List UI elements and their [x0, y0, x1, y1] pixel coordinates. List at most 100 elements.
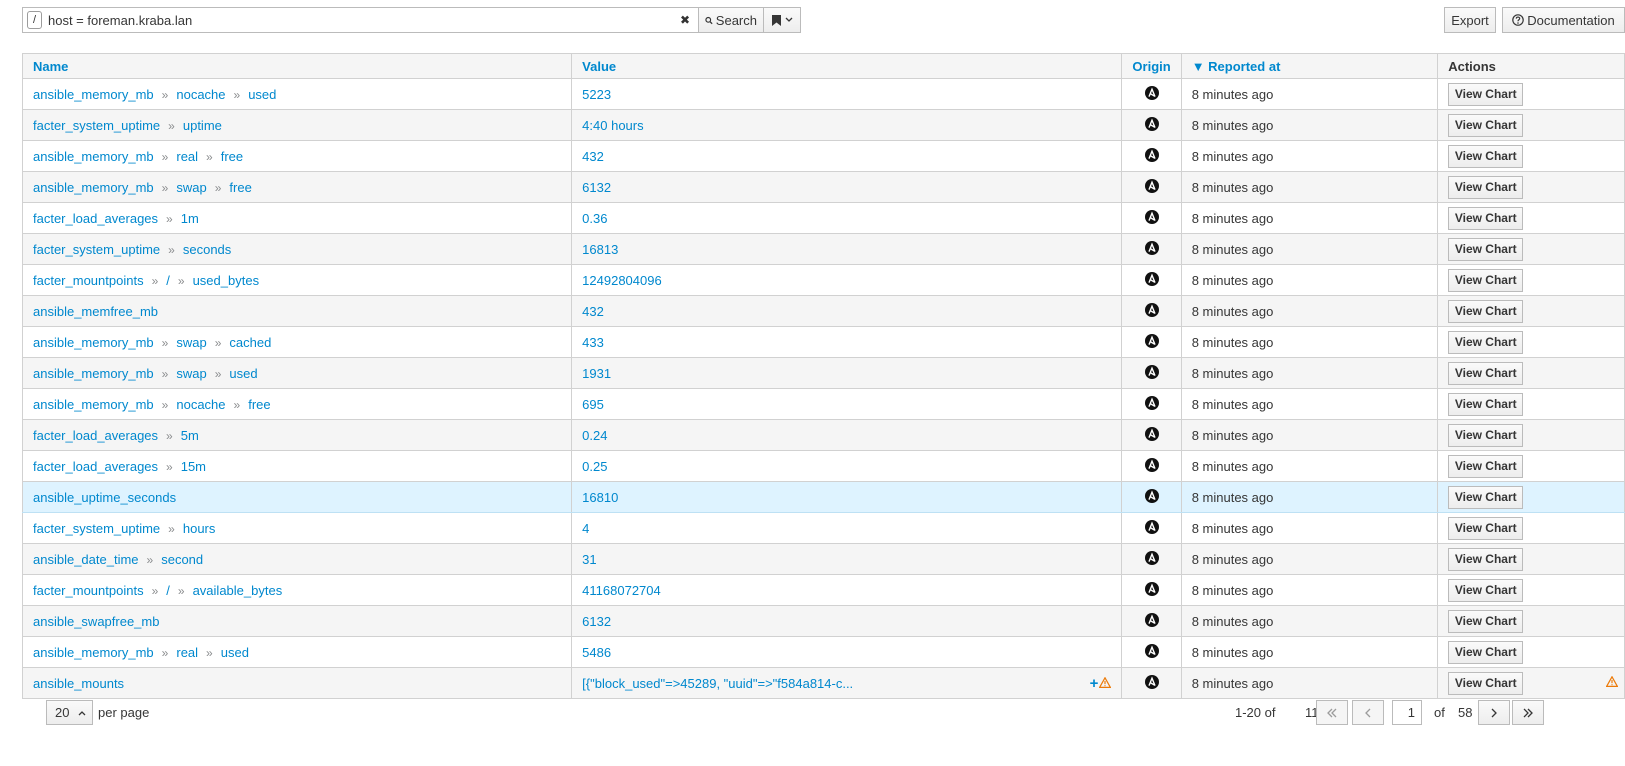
fact-name-link[interactable]: 15m — [181, 459, 206, 474]
fact-name-link[interactable]: free — [229, 180, 251, 195]
fact-name-link[interactable]: cached — [229, 335, 271, 350]
fact-name-link[interactable]: / — [166, 273, 170, 288]
value-column-header[interactable]: Value — [571, 53, 1123, 79]
bookmark-dropdown-button[interactable] — [764, 7, 801, 33]
last-page-button[interactable] — [1512, 700, 1544, 725]
name-column-header[interactable]: Name — [21, 53, 573, 79]
fact-value-link[interactable]: 695 — [582, 397, 604, 412]
fact-name-link[interactable]: ansible_memory_mb — [33, 335, 154, 350]
fact-name-link[interactable]: uptime — [183, 118, 222, 133]
fact-value-link[interactable]: 16810 — [582, 490, 618, 505]
reported-at-column-header[interactable]: ▼ Reported at — [1180, 53, 1439, 79]
export-button[interactable]: Export — [1444, 7, 1496, 33]
origin-column-header[interactable]: Origin — [1121, 53, 1182, 79]
fact-value-link[interactable]: 31 — [582, 552, 596, 567]
fact-value-link[interactable]: 41168072704 — [582, 583, 661, 598]
fact-value-link[interactable]: 12492804096 — [582, 273, 662, 288]
view-chart-button[interactable]: View Chart — [1448, 206, 1524, 230]
fact-name-link[interactable]: real — [176, 149, 198, 164]
view-chart-button[interactable]: View Chart — [1448, 485, 1524, 509]
page-number-input[interactable] — [1392, 700, 1422, 725]
fact-value-link[interactable]: 4 — [582, 521, 589, 536]
fact-value-link[interactable]: 16813 — [582, 242, 618, 257]
view-chart-button[interactable]: View Chart — [1448, 423, 1524, 447]
view-chart-button[interactable]: View Chart — [1448, 299, 1524, 323]
fact-name-link[interactable]: swap — [176, 366, 206, 381]
view-chart-button[interactable]: View Chart — [1448, 640, 1524, 664]
fact-value-link[interactable]: 6132 — [582, 614, 611, 629]
fact-value-link[interactable]: 5486 — [582, 645, 611, 660]
documentation-button[interactable]: Documentation — [1502, 7, 1625, 33]
fact-name-link[interactable]: ansible_uptime_seconds — [33, 490, 176, 505]
fact-name-link[interactable]: facter_load_averages — [33, 459, 158, 474]
view-chart-button[interactable]: View Chart — [1448, 144, 1524, 168]
fact-name-link[interactable]: used — [229, 366, 257, 381]
view-chart-button[interactable]: View Chart — [1448, 578, 1524, 602]
fact-name-link[interactable]: ansible_memory_mb — [33, 87, 154, 102]
fact-name-link[interactable]: 1m — [181, 211, 199, 226]
fact-name-link[interactable]: ansible_mounts — [33, 676, 124, 691]
fact-name-link[interactable]: facter_system_uptime — [33, 118, 160, 133]
fact-value-link[interactable]: 432 — [582, 304, 604, 319]
view-chart-button[interactable]: View Chart — [1448, 330, 1524, 354]
fact-name-link[interactable]: ansible_memory_mb — [33, 397, 154, 412]
fact-name-link[interactable]: facter_system_uptime — [33, 521, 160, 536]
fact-name-link[interactable]: available_bytes — [193, 583, 283, 598]
view-chart-button[interactable]: View Chart — [1448, 671, 1524, 695]
fact-name-link[interactable]: ansible_memfree_mb — [33, 304, 158, 319]
fact-name-link[interactable]: facter_system_uptime — [33, 242, 160, 257]
fact-name-link[interactable]: free — [221, 149, 243, 164]
view-chart-button[interactable]: View Chart — [1448, 237, 1524, 261]
search-button[interactable]: Search — [698, 7, 764, 33]
fact-name-link[interactable]: real — [176, 645, 198, 660]
view-chart-button[interactable]: View Chart — [1448, 175, 1524, 199]
fact-name-link[interactable]: facter_load_averages — [33, 428, 158, 443]
view-chart-button[interactable]: View Chart — [1448, 516, 1524, 540]
clear-search-icon[interactable]: ✖ — [676, 13, 694, 27]
fact-name-link[interactable]: facter_mountpoints — [33, 273, 144, 288]
fact-value-link[interactable]: 433 — [582, 335, 604, 350]
expand-plus-icon[interactable]: + — [1090, 676, 1099, 691]
fact-name-link[interactable]: nocache — [176, 87, 225, 102]
fact-name-link[interactable]: facter_load_averages — [33, 211, 158, 226]
fact-name-link[interactable]: ansible_memory_mb — [33, 366, 154, 381]
fact-name-link[interactable]: ansible_memory_mb — [33, 149, 154, 164]
fact-value-link[interactable]: 4:40 hours — [582, 118, 643, 133]
fact-value-link[interactable]: 5223 — [582, 87, 611, 102]
fact-value-link[interactable]: 0.24 — [582, 428, 607, 443]
fact-name-link[interactable]: seconds — [183, 242, 231, 257]
first-page-button[interactable] — [1316, 700, 1348, 725]
view-chart-button[interactable]: View Chart — [1448, 82, 1524, 106]
fact-value-link[interactable]: 0.25 — [582, 459, 607, 474]
previous-page-button[interactable] — [1352, 700, 1384, 725]
view-chart-button[interactable]: View Chart — [1448, 113, 1524, 137]
search-input[interactable] — [48, 12, 676, 28]
fact-value-link[interactable]: [{"block_used"=>45289, "uuid"=>"f584a814… — [582, 676, 853, 691]
fact-name-link[interactable]: 5m — [181, 428, 199, 443]
fact-value-link[interactable]: 432 — [582, 149, 604, 164]
view-chart-button[interactable]: View Chart — [1448, 392, 1524, 416]
fact-name-link[interactable]: ansible_memory_mb — [33, 645, 154, 660]
fact-name-link[interactable]: swap — [176, 335, 206, 350]
per-page-select[interactable]: 20 — [46, 700, 93, 725]
fact-name-link[interactable]: / — [166, 583, 170, 598]
fact-value-link[interactable]: 1931 — [582, 366, 611, 381]
next-page-button[interactable] — [1478, 700, 1510, 725]
fact-name-link[interactable]: nocache — [176, 397, 225, 412]
fact-name-link[interactable]: facter_mountpoints — [33, 583, 144, 598]
view-chart-button[interactable]: View Chart — [1448, 268, 1524, 292]
fact-name-link[interactable]: free — [248, 397, 270, 412]
view-chart-button[interactable]: View Chart — [1448, 454, 1524, 478]
fact-name-link[interactable]: used — [248, 87, 276, 102]
fact-name-link[interactable]: hours — [183, 521, 216, 536]
fact-name-link[interactable]: used — [221, 645, 249, 660]
search-box[interactable]: / ✖ — [22, 7, 698, 33]
view-chart-button[interactable]: View Chart — [1448, 361, 1524, 385]
fact-name-link[interactable]: second — [161, 552, 203, 567]
view-chart-button[interactable]: View Chart — [1448, 609, 1524, 633]
fact-name-link[interactable]: ansible_swapfree_mb — [33, 614, 159, 629]
fact-name-link[interactable]: ansible_date_time — [33, 552, 139, 567]
fact-name-link[interactable]: used_bytes — [193, 273, 260, 288]
fact-value-link[interactable]: 6132 — [582, 180, 611, 195]
view-chart-button[interactable]: View Chart — [1448, 547, 1524, 571]
